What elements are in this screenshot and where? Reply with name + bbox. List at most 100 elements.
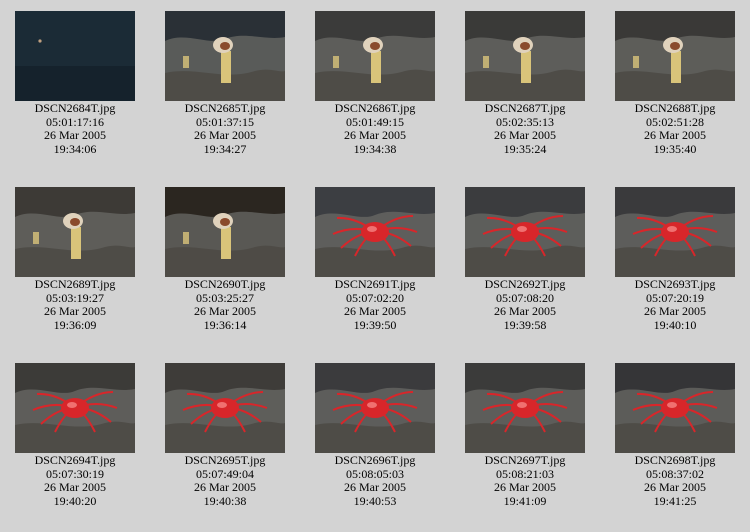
elapsed-time-label: 05:07:20:19 — [645, 290, 704, 305]
photo-image — [465, 363, 585, 453]
filename-label: DSCN2694T.jpg — [34, 453, 116, 467]
time-label: 19:36:09 — [53, 317, 97, 332]
filename-label: DSCN2696T.jpg — [334, 453, 416, 467]
thumbnail-caption: DSCN2691T.jpg 05:07:02:20 26 Mar 2005 19:39… — [300, 277, 450, 332]
elapsed-time-label: 05:07:08:20 — [495, 290, 554, 305]
thumbnail-image[interactable] — [15, 363, 135, 453]
thumbnail-item: DSCN2689T.jpg 05:03:19:27 26 Mar 2005 19:36… — [0, 187, 150, 332]
filename-label: DSCN2685T.jpg — [184, 101, 266, 115]
elapsed-time-label: 05:08:21:03 — [495, 466, 554, 481]
photo-image — [15, 11, 135, 101]
filename-label: DSCN2698T.jpg — [634, 453, 716, 467]
filename-label: DSCN2691T.jpg — [334, 277, 416, 291]
filename-label: DSCN2688T.jpg — [634, 101, 716, 115]
elapsed-time-label: 05:07:49:04 — [195, 466, 254, 481]
elapsed-time-label: 05:08:37:02 — [645, 466, 704, 481]
thumbnail-item: DSCN2690T.jpg 05:03:25:27 26 Mar 2005 19:36… — [150, 187, 300, 332]
date-label: 26 Mar 2005 — [344, 304, 406, 318]
thumbnail-caption: DSCN2687T.jpg 05:02:35:13 26 Mar 2005 19:35… — [450, 101, 600, 156]
thumbnail-item: DSCN2688T.jpg 05:02:51:28 26 Mar 2005 19:35… — [600, 11, 750, 156]
photo-image — [15, 363, 135, 453]
thumbnail-image[interactable] — [165, 11, 285, 101]
filename-label: DSCN2689T.jpg — [34, 277, 116, 291]
thumbnail-item: DSCN2696T.jpg 05:08:05:03 26 Mar 2005 19:40… — [300, 363, 450, 508]
photo-image — [315, 187, 435, 277]
photo-image — [165, 363, 285, 453]
date-label: 26 Mar 2005 — [644, 480, 706, 494]
date-label: 26 Mar 2005 — [44, 304, 106, 318]
time-label: 19:40:20 — [53, 493, 97, 508]
thumbnail-image[interactable] — [465, 363, 585, 453]
thumbnail-item: DSCN2684T.jpg 05:01:17:16 26 Mar 2005 19:34… — [0, 11, 150, 156]
thumbnail-image[interactable] — [315, 187, 435, 277]
filename-label: DSCN2686T.jpg — [334, 101, 416, 115]
thumbnail-caption: DSCN2698T.jpg 05:08:37:02 26 Mar 2005 19:41… — [600, 453, 750, 508]
filename-label: DSCN2684T.jpg — [34, 101, 116, 115]
time-label: 19:34:27 — [203, 141, 247, 156]
thumbnail-image[interactable] — [465, 11, 585, 101]
time-label: 19:41:09 — [503, 493, 547, 508]
thumbnail-item: DSCN2685T.jpg 05:01:37:15 26 Mar 2005 19:34… — [150, 11, 300, 156]
photo-image — [465, 11, 585, 101]
date-label: 26 Mar 2005 — [494, 128, 556, 142]
time-label: 19:35:24 — [503, 141, 547, 156]
thumbnail-image[interactable] — [165, 363, 285, 453]
elapsed-time-label: 05:01:37:15 — [195, 114, 254, 129]
thumbnail-image[interactable] — [15, 187, 135, 277]
thumbnail-caption: DSCN2684T.jpg 05:01:17:16 26 Mar 2005 19:34… — [0, 101, 150, 156]
thumbnail-item: DSCN2697T.jpg 05:08:21:03 26 Mar 2005 19:41… — [450, 363, 600, 508]
date-label: 26 Mar 2005 — [194, 480, 256, 494]
thumbnail-caption: DSCN2697T.jpg 05:08:21:03 26 Mar 2005 19:41… — [450, 453, 600, 508]
elapsed-time-label: 05:01:49:15 — [345, 114, 404, 129]
thumbnail-item: DSCN2691T.jpg 05:07:02:20 26 Mar 2005 19:39… — [300, 187, 450, 332]
filename-label: DSCN2687T.jpg — [484, 101, 566, 115]
date-label: 26 Mar 2005 — [44, 128, 106, 142]
thumbnail-image[interactable] — [165, 187, 285, 277]
time-label: 19:40:10 — [653, 317, 697, 332]
thumbnail-caption: DSCN2694T.jpg 05:07:30:19 26 Mar 2005 19:40… — [0, 453, 150, 508]
thumbnail-item: DSCN2686T.jpg 05:01:49:15 26 Mar 2005 19:34… — [300, 11, 450, 156]
date-label: 26 Mar 2005 — [194, 128, 256, 142]
thumbnail-image[interactable] — [615, 11, 735, 101]
date-label: 26 Mar 2005 — [494, 304, 556, 318]
time-label: 19:36:14 — [203, 317, 247, 332]
photo-image — [15, 187, 135, 277]
time-label: 19:40:38 — [203, 493, 247, 508]
thumbnail-image[interactable] — [615, 363, 735, 453]
thumbnail-image[interactable] — [615, 187, 735, 277]
photo-image — [465, 187, 585, 277]
photo-image — [315, 363, 435, 453]
elapsed-time-label: 05:01:17:16 — [45, 114, 104, 129]
thumbnail-item: DSCN2698T.jpg 05:08:37:02 26 Mar 2005 19:41… — [600, 363, 750, 508]
elapsed-time-label: 05:07:30:19 — [45, 466, 104, 481]
thumbnail-item: DSCN2692T.jpg 05:07:08:20 26 Mar 2005 19:39… — [450, 187, 600, 332]
thumbnail-image[interactable] — [315, 363, 435, 453]
photo-image — [615, 187, 735, 277]
time-label: 19:40:53 — [353, 493, 397, 508]
date-label: 26 Mar 2005 — [344, 128, 406, 142]
thumbnail-image[interactable] — [315, 11, 435, 101]
filename-label: DSCN2697T.jpg — [484, 453, 566, 467]
elapsed-time-label: 05:02:51:28 — [645, 114, 704, 129]
elapsed-time-label: 05:08:05:03 — [345, 466, 404, 481]
thumbnail-image[interactable] — [465, 187, 585, 277]
elapsed-time-label: 05:03:25:27 — [195, 290, 254, 305]
time-label: 19:34:06 — [53, 141, 97, 156]
thumbnail-caption: DSCN2690T.jpg 05:03:25:27 26 Mar 2005 19:36… — [150, 277, 300, 332]
time-label: 19:34:38 — [353, 141, 397, 156]
date-label: 26 Mar 2005 — [44, 480, 106, 494]
thumbnail-image[interactable] — [15, 11, 135, 101]
thumbnail-caption: DSCN2696T.jpg 05:08:05:03 26 Mar 2005 19:40… — [300, 453, 450, 508]
elapsed-time-label: 05:03:19:27 — [45, 290, 104, 305]
time-label: 19:39:50 — [353, 317, 397, 332]
date-label: 26 Mar 2005 — [494, 480, 556, 494]
time-label: 19:41:25 — [653, 493, 697, 508]
date-label: 26 Mar 2005 — [644, 304, 706, 318]
date-label: 26 Mar 2005 — [644, 128, 706, 142]
photo-image — [615, 11, 735, 101]
filename-label: DSCN2690T.jpg — [184, 277, 266, 291]
photo-image — [165, 11, 285, 101]
time-label: 19:35:40 — [653, 141, 697, 156]
thumbnail-caption: DSCN2693T.jpg 05:07:20:19 26 Mar 2005 19:40… — [600, 277, 750, 332]
thumbnail-caption: DSCN2689T.jpg 05:03:19:27 26 Mar 2005 19:36… — [0, 277, 150, 332]
